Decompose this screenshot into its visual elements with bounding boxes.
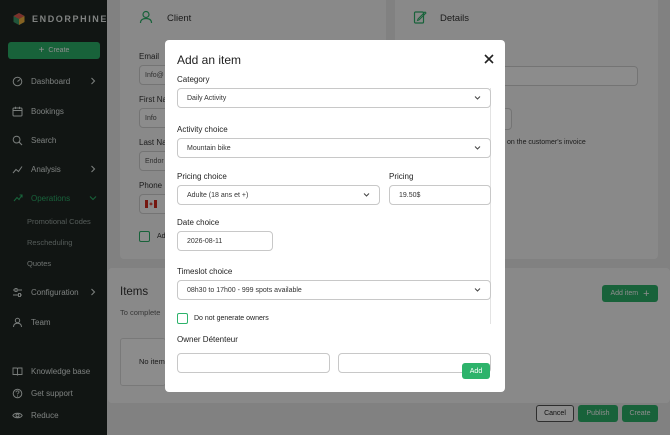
chevron-down-icon: [474, 96, 481, 100]
pricing-choice-value: Adulte (18 ans et +): [187, 191, 249, 199]
category-select[interactable]: Daily Activity: [177, 88, 491, 108]
pricing-input[interactable]: 19.50$: [389, 185, 491, 205]
add-item-modal: Add an item Category Daily Activity Acti…: [165, 40, 505, 392]
category-value: Daily Activity: [187, 94, 227, 102]
activity-select[interactable]: Mountain bike: [177, 138, 491, 158]
activity-label: Activity choice: [177, 125, 228, 134]
owner-label: Owner Détenteur: [177, 335, 238, 344]
activity-value: Mountain bike: [187, 144, 231, 152]
pricing-value: 19.50$: [399, 191, 421, 199]
timeslot-label: Timeslot choice: [177, 267, 233, 276]
timeslot-select[interactable]: 08h30 to 17h00 - 999 spots available: [177, 280, 491, 300]
pricing-choice-label: Pricing choice: [177, 172, 227, 181]
no-owners-checkbox[interactable]: [177, 313, 188, 324]
date-value: 2026-08-11: [187, 237, 223, 245]
chevron-down-icon: [363, 193, 370, 197]
close-icon[interactable]: [483, 53, 495, 65]
modal-title: Add an item: [177, 53, 242, 67]
date-choice-label: Date choice: [177, 218, 220, 227]
pricing-choice-select[interactable]: Adulte (18 ans et +): [177, 185, 380, 205]
chevron-down-icon: [474, 146, 481, 150]
chevron-down-icon: [474, 288, 481, 292]
pricing-label: Pricing: [389, 172, 414, 181]
no-owners-label: Do not generate owners: [194, 315, 269, 322]
date-input[interactable]: 2026-08-11: [177, 231, 273, 251]
category-label: Category: [177, 75, 210, 84]
timeslot-value: 08h30 to 17h00 - 999 spots available: [187, 286, 302, 294]
add-button[interactable]: Add: [462, 363, 490, 379]
owner-field-1[interactable]: [177, 353, 330, 373]
